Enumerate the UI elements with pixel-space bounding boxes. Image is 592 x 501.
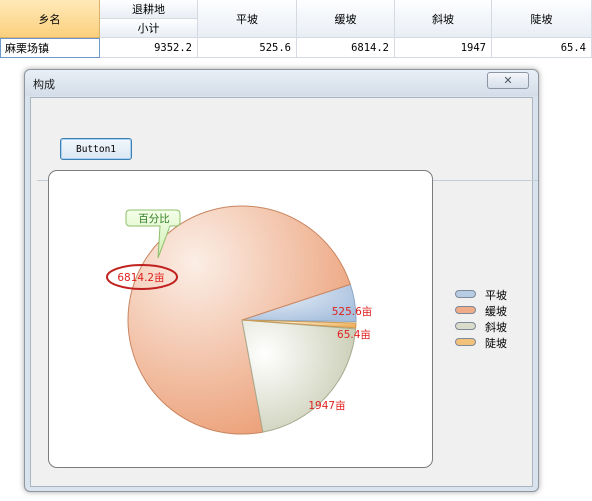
cell-gentle-text: 6814.2 — [351, 41, 389, 54]
header-subtotal[interactable]: 小计 — [100, 19, 198, 38]
legend-label: 陡坡 — [485, 337, 507, 350]
cell-subtotal[interactable]: 9352.2 — [100, 38, 198, 58]
header-steep[interactable]: 陡坡 — [492, 0, 592, 38]
chart-panel — [48, 170, 433, 468]
header-retired-farmland-label: 退耕地 — [132, 3, 165, 16]
cell-inclined-text: 1947 — [460, 41, 486, 54]
header-flat[interactable]: 平坡 — [198, 0, 297, 38]
header-gentle[interactable]: 缓坡 — [297, 0, 395, 38]
legend-label: 斜坡 — [485, 321, 507, 334]
legend-item: 陡坡 — [455, 334, 525, 350]
legend-item: 平坡 — [455, 286, 525, 302]
close-button[interactable]: ✕ — [487, 72, 529, 89]
cell-township-text: 麻栗场镇 — [5, 42, 49, 55]
legend-item: 缓坡 — [455, 302, 525, 318]
legend-label: 平坡 — [485, 289, 507, 302]
close-icon: ✕ — [503, 74, 513, 87]
header-retired-farmland[interactable]: 退耕地 — [100, 0, 198, 19]
dialog-title: 构成 — [33, 78, 55, 91]
legend-swatch — [455, 306, 476, 314]
data-grid: 乡名 退耕地 小计 平坡 缓坡 斜坡 陡坡 麻栗场镇 9352.2 525.6 … — [0, 0, 592, 58]
header-inclined-label: 斜坡 — [432, 12, 454, 26]
header-subtotal-label: 小计 — [137, 22, 160, 35]
cell-flat[interactable]: 525.6 — [198, 38, 297, 58]
button1[interactable]: Button1 — [60, 138, 132, 160]
legend-item: 斜坡 — [455, 318, 525, 334]
cell-township[interactable]: 麻栗场镇 — [0, 38, 100, 58]
cell-flat-text: 525.6 — [259, 41, 291, 54]
cell-gentle[interactable]: 6814.2 — [297, 38, 395, 58]
dialog-titlebar[interactable]: 构成 ✕ — [25, 70, 538, 96]
cell-steep[interactable]: 65.4 — [492, 38, 592, 58]
header-flat-label: 平坡 — [236, 12, 258, 26]
header-gentle-label: 缓坡 — [334, 12, 357, 26]
legend-swatch — [455, 290, 476, 298]
header-township[interactable]: 乡名 — [0, 0, 100, 38]
header-inclined[interactable]: 斜坡 — [395, 0, 492, 38]
legend-swatch — [455, 322, 476, 330]
header-steep-label: 陡坡 — [530, 12, 553, 26]
legend-swatch — [455, 338, 476, 346]
cell-inclined[interactable]: 1947 — [395, 38, 492, 58]
button1-label: Button1 — [75, 143, 117, 155]
header-township-label: 乡名 — [38, 12, 61, 26]
legend-label: 缓坡 — [485, 305, 507, 318]
cell-steep-text: 65.4 — [560, 41, 586, 54]
chart-legend: 平坡 缓坡 斜坡 陡坡 — [455, 286, 525, 350]
cell-subtotal-text: 9352.2 — [154, 41, 192, 54]
